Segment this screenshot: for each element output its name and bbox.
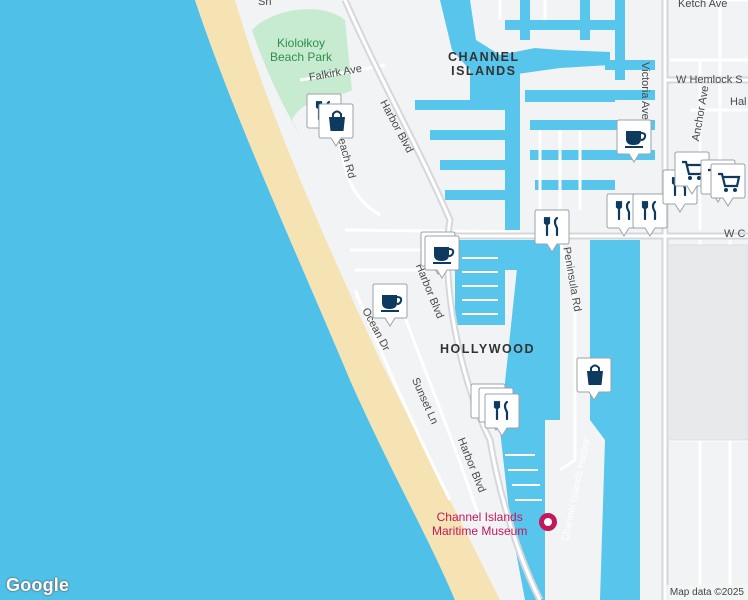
coffee-icon	[616, 119, 652, 163]
marker-shopping-pin[interactable]	[318, 102, 354, 148]
marker-shopping-pin[interactable]	[576, 356, 612, 402]
industrial-block	[667, 244, 748, 441]
map-attribution[interactable]: Map data ©2025	[665, 585, 748, 600]
restaurant-icon	[534, 209, 570, 253]
google-logo: Google	[6, 575, 70, 595]
grocery-cart-icon	[710, 163, 746, 207]
shopping-icon	[576, 357, 612, 401]
marker-coffee-pin[interactable]	[616, 118, 652, 164]
marker-coffee-pin[interactable]	[424, 234, 460, 280]
map-view[interactable]: CHANNEL ISLANDS HOLLYWOOD Kiolołkoy Beac…	[0, 0, 748, 600]
marker-restaurant-pin[interactable]	[534, 208, 570, 254]
marker-grocery-cart-pin[interactable]	[710, 162, 746, 208]
coffee-icon	[424, 235, 460, 279]
shopping-icon	[318, 103, 354, 147]
restaurant-icon	[484, 393, 520, 437]
marker-coffee-pin[interactable]	[372, 282, 408, 328]
coffee-icon	[372, 283, 408, 327]
marker-restaurant-pin[interactable]	[484, 392, 520, 438]
